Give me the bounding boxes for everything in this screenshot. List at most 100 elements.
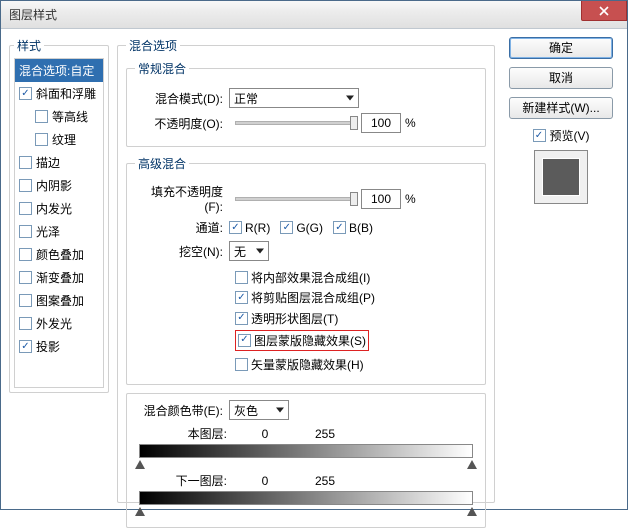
this-layer-range[interactable]	[139, 444, 473, 458]
adv-option-1[interactable]: 将剪贴图层混合成组(P)	[235, 289, 375, 306]
blend-if-select[interactable]: 灰色	[229, 400, 289, 420]
style-checkbox[interactable]	[35, 110, 48, 123]
style-checkbox[interactable]	[35, 133, 48, 146]
titlebar[interactable]: 图层样式	[1, 1, 627, 29]
new-style-button[interactable]: 新建样式(W)...	[509, 97, 613, 119]
style-item-4[interactable]: 描边	[15, 151, 103, 174]
style-checkbox[interactable]	[19, 225, 32, 238]
style-item-label: 颜色叠加	[36, 246, 84, 263]
adv-option-checkbox[interactable]	[235, 271, 248, 284]
under-layer-lo: 0	[235, 474, 295, 488]
under-layer-label: 下一图层:	[135, 472, 235, 489]
adv-option-label: 将内部效果混合成组(I)	[251, 269, 370, 286]
style-checkbox[interactable]	[19, 87, 32, 100]
normal-blend-legend: 常规混合	[135, 60, 189, 77]
opacity-label: 不透明度(O):	[135, 115, 229, 132]
adv-option-2[interactable]: 透明形状图层(T)	[235, 310, 338, 327]
style-checkbox[interactable]	[19, 248, 32, 261]
adv-option-label: 矢量蒙版隐藏效果(H)	[251, 356, 364, 373]
blend-if-group: 混合颜色带(E): 灰色 本图层: 0 255 下一图层: 0 255	[126, 393, 486, 528]
style-item-9[interactable]: 渐变叠加	[15, 266, 103, 289]
style-item-12[interactable]: 投影	[15, 335, 103, 358]
style-item-label: 内阴影	[36, 177, 72, 194]
cancel-button[interactable]: 取消	[509, 67, 613, 89]
style-item-label: 光泽	[36, 223, 60, 240]
styles-legend: 样式	[14, 37, 44, 54]
style-checkbox[interactable]	[19, 179, 32, 192]
knockout-select[interactable]: 无	[229, 241, 269, 261]
adv-option-checkbox[interactable]	[235, 358, 248, 371]
style-item-10[interactable]: 图案叠加	[15, 289, 103, 312]
style-item-label: 渐变叠加	[36, 269, 84, 286]
fill-opacity-label: 填充不透明度(F):	[135, 183, 229, 214]
style-checkbox[interactable]	[19, 271, 32, 284]
style-item-label: 等高线	[52, 108, 88, 125]
adv-option-label: 图层蒙版隐藏效果(S)	[254, 332, 366, 349]
opacity-slider[interactable]	[235, 121, 355, 125]
style-item-7[interactable]: 光泽	[15, 220, 103, 243]
style-item-3[interactable]: 纹理	[15, 128, 103, 151]
adv-option-3[interactable]: 图层蒙版隐藏效果(S)	[235, 330, 369, 351]
fill-opacity-value[interactable]: 100	[361, 189, 401, 209]
style-item-0[interactable]: 混合选项:自定	[15, 59, 103, 82]
style-item-8[interactable]: 颜色叠加	[15, 243, 103, 266]
preview-swatch	[534, 150, 588, 204]
knockout-label: 挖空(N):	[135, 243, 229, 260]
blend-if-label: 混合颜色带(E):	[135, 402, 229, 419]
channels-label: 通道:	[135, 219, 229, 236]
style-checkbox[interactable]	[19, 156, 32, 169]
this-layer-label: 本图层:	[135, 425, 235, 442]
style-item-6[interactable]: 内发光	[15, 197, 103, 220]
preview-checkbox[interactable]	[533, 129, 546, 142]
under-layer-range[interactable]	[139, 491, 473, 505]
preview-inner	[543, 159, 579, 195]
blending-options-group: 混合选项 常规混合 混合模式(D): 正常 不透明度(O): 100 %	[117, 37, 495, 503]
style-item-label: 投影	[36, 338, 60, 355]
window-title: 图层样式	[9, 6, 57, 23]
under-layer-hi: 255	[295, 474, 355, 488]
style-item-label: 斜面和浮雕	[36, 85, 96, 102]
styles-column: 样式 混合选项:自定斜面和浮雕等高线纹理描边内阴影内发光光泽颜色叠加渐变叠加图案…	[9, 37, 109, 501]
close-button[interactable]	[581, 1, 627, 21]
adv-option-checkbox[interactable]	[235, 291, 248, 304]
opacity-unit: %	[405, 116, 416, 130]
adv-option-checkbox[interactable]	[235, 312, 248, 325]
style-item-5[interactable]: 内阴影	[15, 174, 103, 197]
ok-button[interactable]: 确定	[509, 37, 613, 59]
preview-label: 预览(V)	[550, 127, 590, 144]
styles-list[interactable]: 混合选项:自定斜面和浮雕等高线纹理描边内阴影内发光光泽颜色叠加渐变叠加图案叠加外…	[14, 58, 104, 388]
adv-option-4[interactable]: 矢量蒙版隐藏效果(H)	[235, 356, 364, 373]
style-item-11[interactable]: 外发光	[15, 312, 103, 335]
this-layer-hi: 255	[295, 427, 355, 441]
adv-option-label: 将剪贴图层混合成组(P)	[251, 289, 375, 306]
style-item-label: 纹理	[52, 131, 76, 148]
opacity-value[interactable]: 100	[361, 113, 401, 133]
styles-fieldset: 样式 混合选项:自定斜面和浮雕等高线纹理描边内阴影内发光光泽颜色叠加渐变叠加图案…	[9, 37, 109, 393]
style-item-2[interactable]: 等高线	[15, 105, 103, 128]
adv-option-0[interactable]: 将内部效果混合成组(I)	[235, 269, 370, 286]
blend-mode-select[interactable]: 正常	[229, 88, 359, 108]
layer-style-dialog: 图层样式 样式 混合选项:自定斜面和浮雕等高线纹理描边内阴影内发光光泽颜色叠加渐…	[0, 0, 628, 510]
style-checkbox[interactable]	[19, 317, 32, 330]
advanced-options-list: 将内部效果混合成组(I) 将剪贴图层混合成组(P) 透明形状图层(T) 图层蒙版隐藏效…	[135, 266, 477, 373]
blending-options-legend: 混合选项	[126, 37, 180, 54]
style-item-label: 图案叠加	[36, 292, 84, 309]
style-item-label: 外发光	[36, 315, 72, 332]
close-icon	[599, 6, 609, 16]
style-checkbox[interactable]	[19, 202, 32, 215]
style-item-1[interactable]: 斜面和浮雕	[15, 82, 103, 105]
style-checkbox[interactable]	[19, 294, 32, 307]
preview-toggle[interactable]: 预览(V)	[503, 127, 619, 144]
this-layer-lo: 0	[235, 427, 295, 441]
fill-opacity-slider[interactable]	[235, 197, 355, 201]
normal-blend-group: 常规混合 混合模式(D): 正常 不透明度(O): 100 %	[126, 60, 486, 147]
adv-option-checkbox[interactable]	[238, 334, 251, 347]
channel-g[interactable]: G(G)	[280, 221, 323, 235]
fill-opacity-unit: %	[405, 192, 416, 206]
style-checkbox[interactable]	[19, 340, 32, 353]
options-column: 混合选项 常规混合 混合模式(D): 正常 不透明度(O): 100 %	[117, 37, 495, 501]
adv-option-label: 透明形状图层(T)	[251, 310, 338, 327]
style-item-label: 描边	[36, 154, 60, 171]
channel-b[interactable]: B(B)	[333, 221, 373, 235]
channel-r[interactable]: R(R)	[229, 221, 270, 235]
